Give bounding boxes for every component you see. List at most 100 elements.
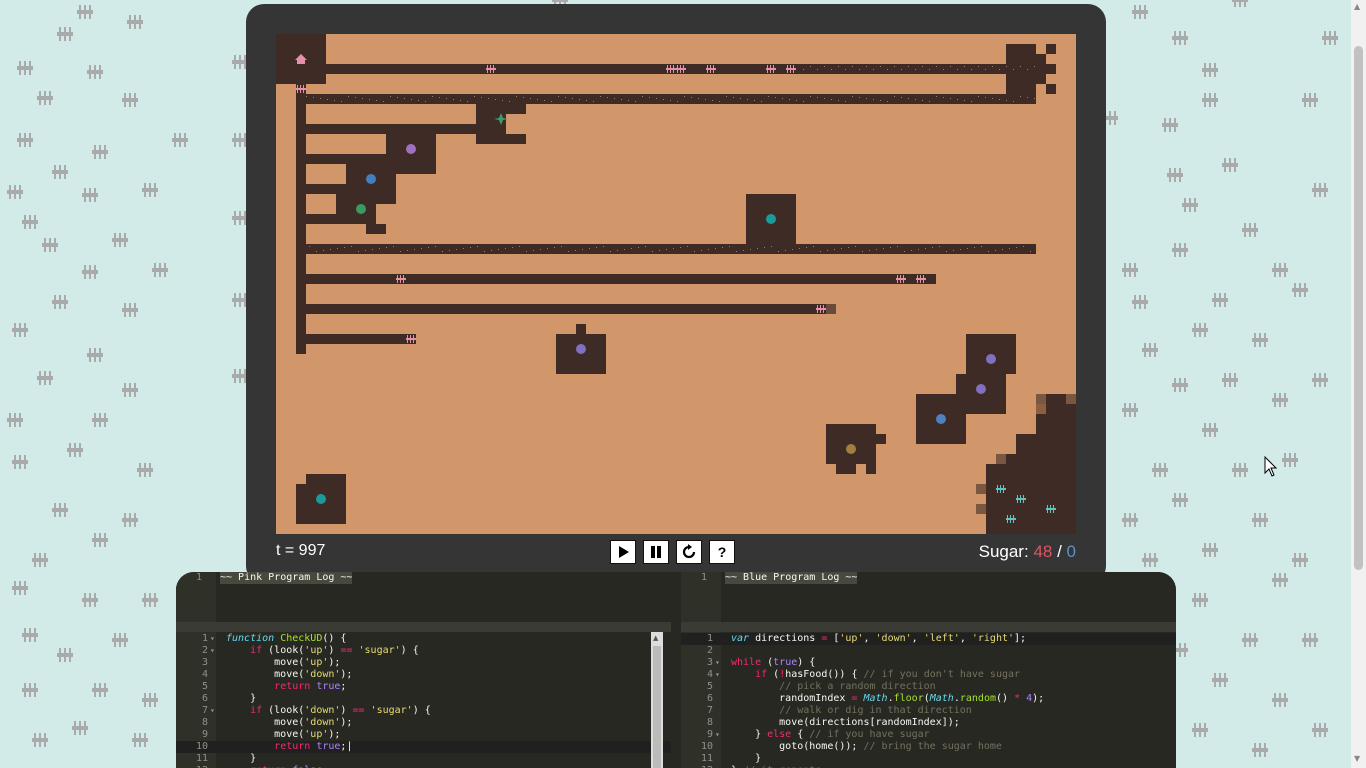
trail-dot [768, 96, 769, 97]
trail-dot [810, 96, 811, 97]
trail-dot [1034, 66, 1035, 67]
page-scrollbar[interactable]: ▲ ▼ [1351, 0, 1366, 768]
page-scroll-thumb[interactable] [1354, 46, 1363, 570]
pink-editor[interactable]: 1 ~~ Pink Program Log ~~ 1 ▾ function Chec… [176, 572, 671, 768]
sugar-cube-purple[interactable] [406, 144, 416, 154]
blue-code-line[interactable]: 9 ▾ } else { // if you have sugar [681, 729, 1176, 741]
bg-ant-icon [1192, 323, 1208, 337]
blue-code-line[interactable]: 5 // pick a random direction [681, 681, 1176, 693]
line-number: 9 [706, 729, 713, 740]
bg-ant-icon [1252, 513, 1268, 527]
pink-code-line[interactable]: 9 move('up'); [176, 729, 671, 741]
fold-arrow-icon[interactable]: ▾ [210, 705, 215, 717]
scroll-up-icon[interactable]: ▲ [653, 634, 658, 642]
trail-dot [411, 99, 412, 100]
sugar-score: Sugar: 48 / 0 [979, 542, 1076, 562]
bg-ant-icon [22, 215, 38, 229]
fold-arrow-icon[interactable]: ▾ [715, 729, 720, 741]
pink-code-line[interactable]: 5 return true; [176, 681, 671, 693]
blue-code-line[interactable]: 6 randomIndex = Math.floor(Math.random()… [681, 693, 1176, 705]
blue-code-line[interactable]: 3 ▾ while (true) { [681, 657, 1176, 669]
trail-dot [915, 69, 916, 70]
pink-code-line[interactable]: 1 ▾ function CheckUD() { [176, 633, 671, 645]
help-button[interactable]: ? [709, 540, 735, 564]
sugar-cube-purple[interactable] [576, 344, 586, 354]
pink-code-line[interactable]: 2 ▾ if (look('up') == 'sugar') { [176, 645, 671, 657]
blue-code-line[interactable]: 7 // walk or dig in that direction [681, 705, 1176, 717]
trail-dot [323, 250, 324, 251]
bg-ant-icon [172, 133, 188, 147]
trail-dot [670, 100, 671, 101]
trail-dot [803, 69, 804, 70]
trail-dot [568, 251, 569, 252]
sugar-separator: / [1052, 542, 1067, 561]
sugar-cube-purple[interactable] [976, 384, 986, 394]
blue-code-line[interactable]: 11 } [681, 753, 1176, 765]
play-button[interactable] [610, 540, 636, 564]
bg-ant-icon [1232, 463, 1248, 477]
fold-arrow-icon[interactable]: ▾ [715, 669, 720, 681]
sugar-cube-purple[interactable] [986, 354, 996, 364]
bg-ant-icon [122, 513, 138, 527]
trail-dot [404, 98, 405, 99]
trail-dot [509, 101, 510, 102]
trail-dot [1027, 69, 1028, 70]
pink-code-editor[interactable]: 1 ▾ function CheckUD() {2 ▾ if (look('up') … [176, 632, 671, 768]
reset-button[interactable] [676, 540, 702, 564]
sugar-cube-teal[interactable] [316, 494, 326, 504]
trail-dot [379, 248, 380, 249]
pink-code-line[interactable]: 11 } [176, 753, 671, 765]
pink-code-line[interactable]: 4 move('down'); [176, 669, 671, 681]
trail-dot [988, 251, 989, 252]
blue-code-line[interactable]: 2 [681, 645, 1176, 657]
trail-dot [537, 99, 538, 100]
pink-editor-scrollbar[interactable]: ▲ [651, 632, 663, 768]
fold-arrow-icon[interactable]: ▾ [715, 657, 720, 669]
pink-code-line[interactable]: 3 move('up'); [176, 657, 671, 669]
scroll-down-arrow-icon[interactable]: ▼ [1354, 754, 1360, 763]
trail-dot [635, 101, 636, 102]
ant-farm-board[interactable] [276, 34, 1076, 534]
code-text: var directions = ['up', 'down', 'left', … [731, 633, 1027, 644]
mouse-cursor-icon [1264, 456, 1278, 477]
trail-dot [971, 69, 972, 70]
sugar-cube-blue[interactable] [366, 174, 376, 184]
bg-ant-icon [17, 61, 33, 75]
trail-dot [932, 247, 933, 248]
bg-ant-icon [77, 5, 93, 19]
bg-ant-icon [1222, 158, 1238, 172]
pink-editor-scroll-thumb[interactable] [653, 646, 661, 768]
blue-code-line[interactable]: 8 move(directions[randomIndex]); [681, 717, 1176, 729]
pink-editor-divider [176, 622, 671, 632]
tunnel [996, 454, 1006, 464]
blue-code-line[interactable]: 10 goto(home()); // bring the sugar home [681, 741, 1176, 753]
bg-ant-icon [37, 91, 53, 105]
pause-button[interactable] [643, 540, 669, 564]
bg-ant-icon [1302, 93, 1318, 107]
code-text: move('down'); [226, 669, 353, 680]
trail-dot [344, 247, 345, 248]
fold-arrow-icon[interactable]: ▾ [210, 633, 215, 645]
sugar-cube-green[interactable] [356, 204, 366, 214]
ant-farm-canvas[interactable] [276, 34, 1076, 534]
pink-code-line[interactable]: 10 return true;| [176, 741, 671, 753]
blue-code-line[interactable]: 4 ▾ if (!hasFood()) { // if you don't hav… [681, 669, 1176, 681]
pink-code-line[interactable]: 8 move('down'); [176, 717, 671, 729]
sugar-cube-gold[interactable] [846, 444, 856, 454]
bg-ant-icon [1232, 0, 1248, 7]
blue-code-line[interactable]: 1 var directions = ['up', 'down', 'left',… [681, 633, 1176, 645]
sugar-cube-blue[interactable] [936, 414, 946, 424]
trail-dot [740, 98, 741, 99]
pink-code-line[interactable]: 7 ▾ if (look('down') == 'sugar') { [176, 705, 671, 717]
scroll-up-arrow-icon[interactable]: ▲ [1354, 2, 1360, 11]
bg-ant-icon [112, 633, 128, 647]
trail-dot [481, 97, 482, 98]
sugar-cube-teal[interactable] [766, 214, 776, 224]
fold-arrow-icon[interactable]: ▾ [210, 645, 215, 657]
blue-editor[interactable]: 1 ~~ Blue Program Log ~~ 1 var directions… [681, 572, 1176, 768]
pink-code-line[interactable]: 6 } [176, 693, 671, 705]
trail-dot [978, 96, 979, 97]
trail-dot [862, 251, 863, 252]
blue-code-editor[interactable]: 1 var directions = ['up', 'down', 'left',… [681, 632, 1176, 768]
trail-dot [1034, 98, 1035, 99]
